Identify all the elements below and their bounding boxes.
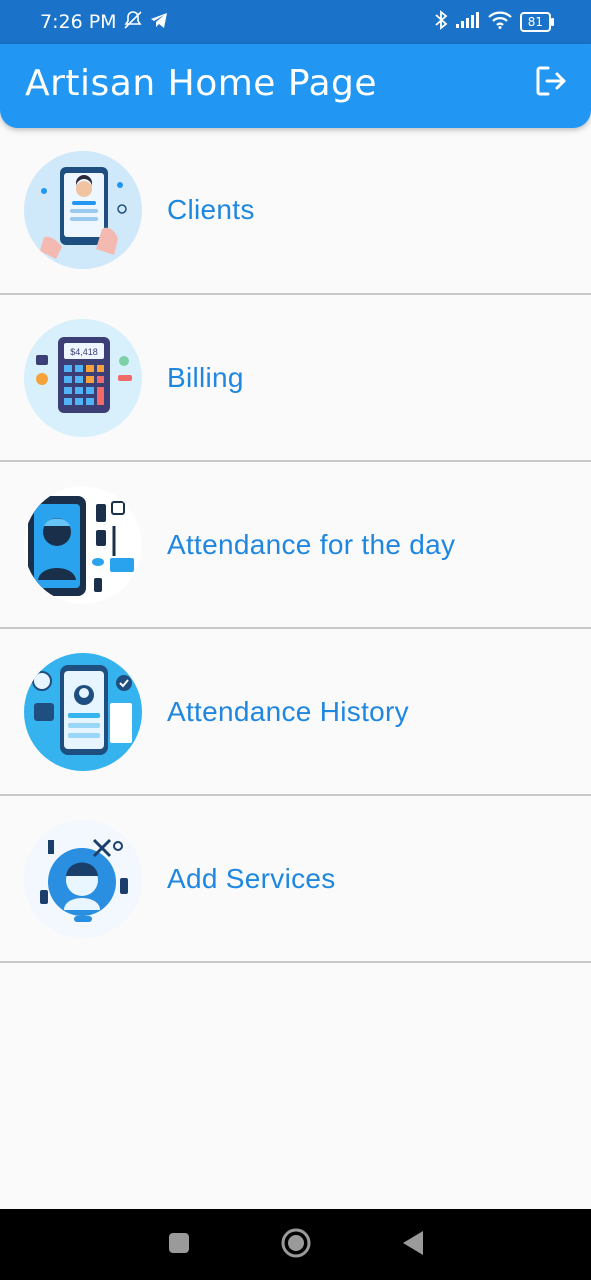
menu-item-billing[interactable]: $4,418 Billing <box>0 295 591 462</box>
billing-illustration: $4,418 <box>24 318 142 437</box>
system-nav-bar <box>0 1209 591 1280</box>
home-button[interactable] <box>276 1225 316 1265</box>
menu-item-label: Clients <box>167 194 255 225</box>
home-icon <box>280 1227 312 1263</box>
battery-level: 81 <box>527 15 543 29</box>
menu-item-label: Attendance History <box>167 695 409 727</box>
page-title: Artisan Home Page <box>25 62 378 104</box>
recents-button[interactable] <box>159 1225 199 1265</box>
back-icon <box>401 1230 425 1260</box>
bluetooth-icon <box>434 10 448 34</box>
signal-icon <box>455 12 480 32</box>
status-left: 7:26 PM <box>40 10 169 35</box>
logout-button[interactable] <box>531 63 571 103</box>
status-time: 7:26 PM <box>40 11 117 33</box>
menu-item-attendance-history[interactable]: Attendance History <box>0 629 591 796</box>
add-services-illustration <box>24 819 142 938</box>
attendance-day-illustration <box>24 485 142 604</box>
billing-amount: $4,418 <box>70 347 98 357</box>
menu-item-clients[interactable]: Clients <box>0 127 591 295</box>
menu-list: Clients $4,418 Billing Attendance for th… <box>0 127 591 963</box>
telegram-icon <box>149 10 169 35</box>
menu-item-add-services[interactable]: Add Services <box>0 796 591 963</box>
status-bar: 7:26 PM 81 <box>0 0 591 44</box>
menu-item-label: Attendance for the day <box>167 528 456 560</box>
battery-icon: 81 <box>519 12 555 32</box>
wifi-icon <box>487 11 512 33</box>
logout-icon <box>534 64 568 102</box>
menu-item-label: Add Services <box>167 862 336 894</box>
app-bar: Artisan Home Page <box>0 44 591 128</box>
recents-icon <box>168 1232 190 1258</box>
status-right: 81 <box>434 10 555 34</box>
attendance-history-illustration <box>24 652 142 771</box>
menu-item-label: Billing <box>167 361 244 393</box>
clients-illustration <box>24 151 142 269</box>
mute-icon <box>123 10 143 35</box>
back-button[interactable] <box>393 1225 433 1265</box>
menu-item-attendance-day[interactable]: Attendance for the day <box>0 462 591 629</box>
